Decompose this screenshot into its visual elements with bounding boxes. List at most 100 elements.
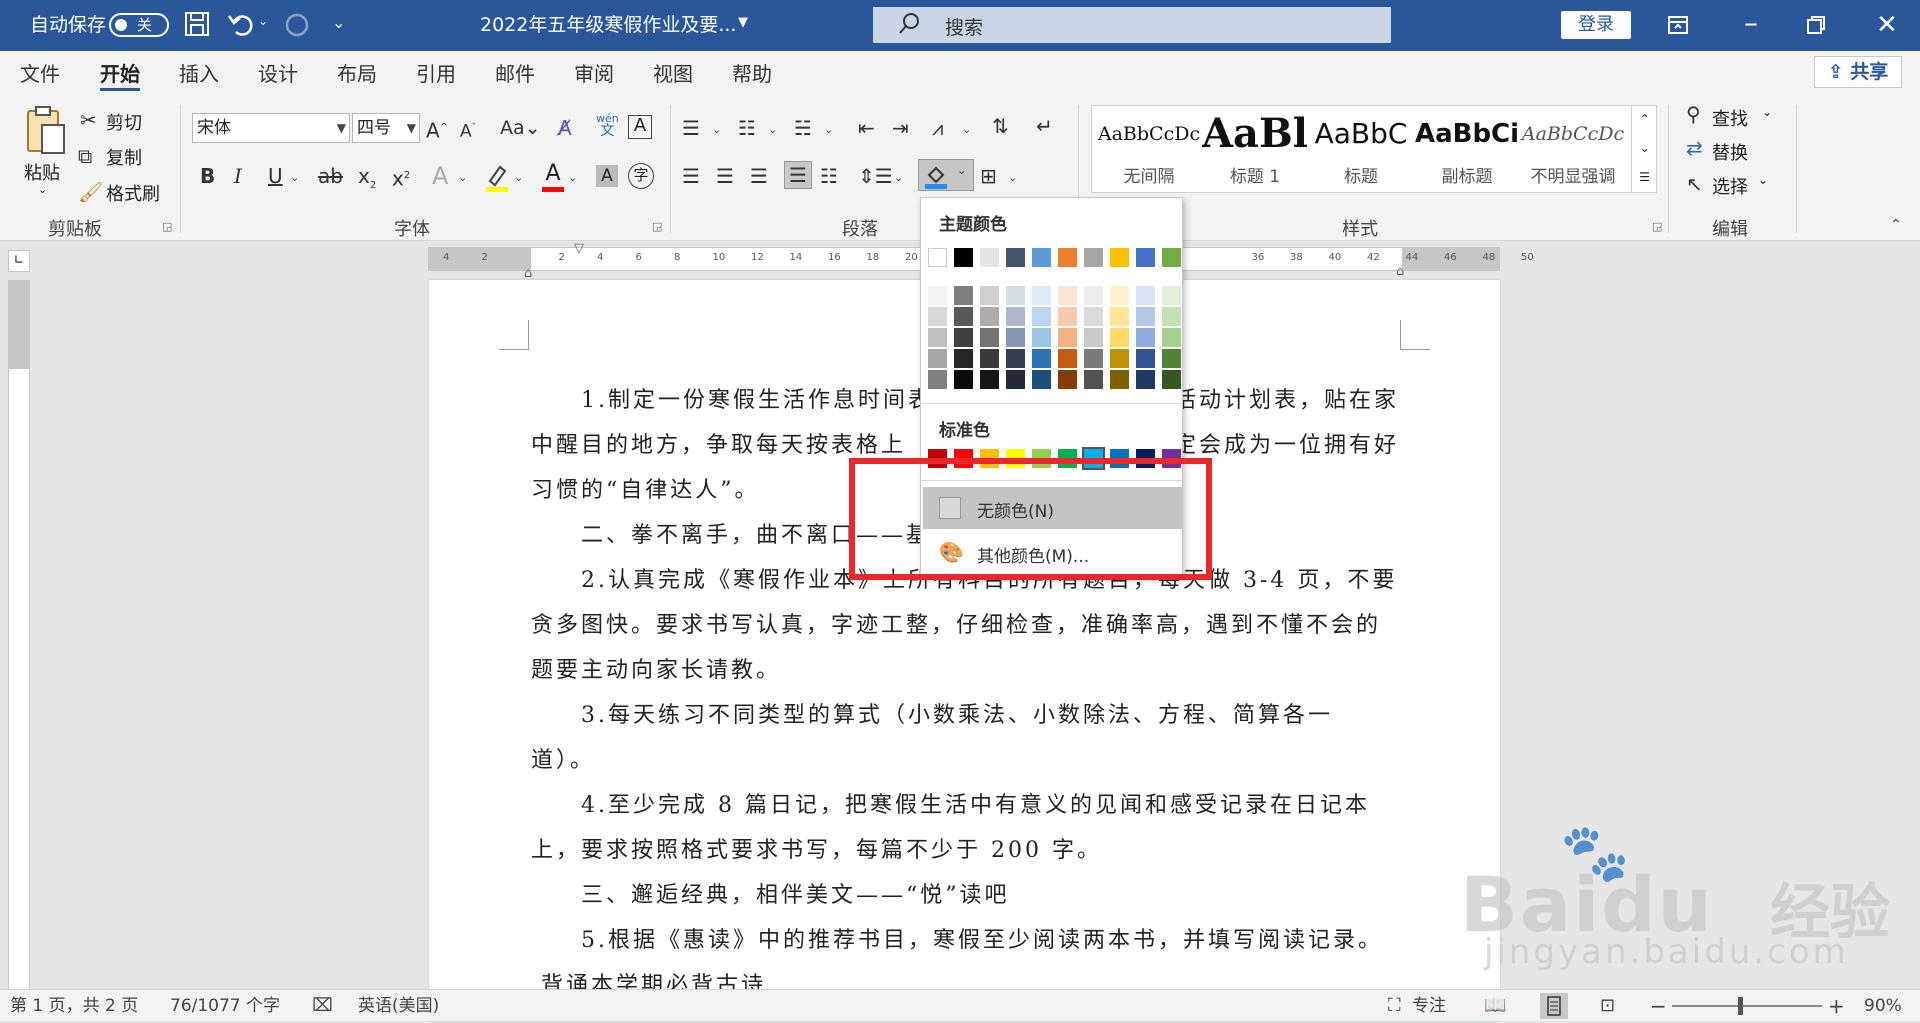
theme-shade-swatch[interactable] — [1162, 307, 1181, 326]
format-painter-icon[interactable]: 🖌 — [78, 179, 103, 205]
tab-view[interactable]: 视图 — [653, 61, 693, 91]
theme-shade-swatch[interactable] — [1032, 307, 1051, 326]
change-case-icon[interactable]: Aa⌄ — [500, 115, 541, 141]
numbering-dropdown-icon[interactable]: ⌄ — [768, 117, 777, 143]
theme-shade-swatch[interactable] — [1058, 328, 1077, 347]
theme-shade-swatch[interactable] — [1110, 370, 1129, 389]
theme-shade-swatch[interactable] — [928, 307, 947, 326]
zoom-slider[interactable] — [1672, 1005, 1822, 1007]
theme-shade-swatch[interactable] — [1058, 370, 1077, 389]
theme-shade-swatch[interactable] — [954, 328, 973, 347]
strikethrough-icon[interactable]: ab — [318, 163, 343, 189]
autosave-toggle[interactable]: 关 — [109, 13, 169, 37]
font-name-combo[interactable]: 宋体 ▼ — [192, 113, 350, 143]
find-icon[interactable]: ⚲ — [1686, 101, 1701, 127]
chinese-layout-icon[interactable]: ⩘ — [932, 115, 943, 141]
theme-shade-swatch[interactable] — [980, 286, 999, 305]
find-button[interactable]: 查找 — [1712, 105, 1748, 131]
theme-shade-swatch[interactable] — [1110, 307, 1129, 326]
print-layout-icon[interactable] — [1540, 993, 1568, 1019]
theme-color-swatch[interactable] — [1032, 248, 1051, 267]
theme-shade-swatch[interactable] — [1058, 307, 1077, 326]
superscript-icon[interactable]: x2 — [392, 163, 410, 192]
line-spacing-icon[interactable]: ⇕☰ — [858, 163, 893, 189]
format-painter-button[interactable]: 格式刷 — [106, 180, 160, 206]
line-spacing-dropdown-icon[interactable]: ⌄ — [894, 165, 903, 191]
select-button[interactable]: 选择 — [1712, 173, 1748, 199]
replace-icon[interactable]: ⇄ — [1686, 135, 1703, 161]
undo-dropdown-icon[interactable]: ⌄ — [258, 14, 268, 28]
font-color-dropdown-icon[interactable]: ⌄ — [568, 165, 577, 191]
style-subtle-emphasis[interactable]: AaBbCcDc 不明显强调 — [1520, 106, 1626, 194]
tab-design[interactable]: 设计 — [258, 61, 298, 91]
multilevel-list-icon[interactable]: ☵ — [794, 115, 812, 141]
shrink-font-icon[interactable]: Aˇ — [460, 115, 476, 145]
theme-shade-swatch[interactable] — [980, 328, 999, 347]
theme-color-swatch[interactable] — [928, 248, 947, 267]
distributed-icon[interactable]: ☷ — [820, 163, 838, 189]
theme-shade-swatch[interactable] — [980, 370, 999, 389]
theme-color-swatch[interactable] — [1006, 248, 1025, 267]
align-left-icon[interactable]: ☰ — [682, 163, 700, 189]
tab-home[interactable]: 开始 — [100, 61, 140, 91]
cut-icon[interactable]: ✂ — [80, 107, 97, 133]
theme-shade-swatch[interactable] — [1006, 349, 1025, 368]
cut-button[interactable]: 剪切 — [106, 109, 142, 135]
theme-shade-swatch[interactable] — [1084, 328, 1103, 347]
bullets-icon[interactable]: ☰ — [682, 115, 700, 141]
customize-qat-icon[interactable]: ⌄ — [332, 13, 345, 32]
zoom-level[interactable]: 90% — [1864, 990, 1902, 1022]
theme-shade-swatch[interactable] — [1110, 349, 1129, 368]
italic-icon[interactable]: I — [234, 163, 242, 189]
align-center-icon[interactable]: ☰ — [716, 163, 734, 189]
theme-color-swatch[interactable] — [1136, 248, 1155, 267]
tab-insert[interactable]: 插入 — [179, 61, 219, 91]
bullets-dropdown-icon[interactable]: ⌄ — [712, 117, 721, 143]
first-line-indent-marker-icon[interactable]: ▽ — [574, 241, 584, 256]
font-launcher-icon[interactable]: ◲ — [652, 220, 662, 233]
theme-shade-swatch[interactable] — [954, 349, 973, 368]
gallery-more-icon[interactable]: ☰ — [1631, 163, 1657, 192]
highlight-icon[interactable] — [484, 163, 510, 193]
zoom-out-button[interactable]: − — [1650, 990, 1667, 1022]
search-input[interactable]: 搜索 — [873, 7, 1391, 43]
theme-shade-swatch[interactable] — [1136, 328, 1155, 347]
theme-color-swatch[interactable] — [1058, 248, 1077, 267]
copy-button[interactable]: 复制 — [106, 144, 142, 170]
theme-shade-swatch[interactable] — [1136, 349, 1155, 368]
underline-dropdown-icon[interactable]: ⌄ — [290, 165, 299, 191]
styles-launcher-icon[interactable]: ◲ — [1652, 220, 1662, 233]
vertical-ruler[interactable] — [8, 280, 30, 990]
clear-formatting-icon[interactable]: A̸ — [558, 115, 572, 141]
theme-color-swatch[interactable] — [980, 248, 999, 267]
ribbon-display-icon[interactable] — [1666, 13, 1690, 37]
theme-shade-swatch[interactable] — [1084, 370, 1103, 389]
sort-icon[interactable]: ⇅ — [992, 113, 1009, 139]
style-title[interactable]: AaBbC 标题 — [1308, 106, 1414, 194]
tab-review[interactable]: 审阅 — [574, 61, 614, 91]
zoom-slider-thumb[interactable] — [1738, 997, 1743, 1015]
underline-icon[interactable]: U — [268, 163, 283, 189]
minimize-icon[interactable]: – — [1744, 9, 1768, 37]
tab-mailings[interactable]: 邮件 — [495, 61, 535, 91]
theme-shade-swatch[interactable] — [928, 286, 947, 305]
theme-shade-swatch[interactable] — [928, 349, 947, 368]
tab-layout[interactable]: 布局 — [337, 61, 377, 91]
phonetic-guide-icon[interactable]: wén 文 — [596, 113, 619, 139]
theme-shade-swatch[interactable] — [1058, 286, 1077, 305]
theme-shade-swatch[interactable] — [928, 370, 947, 389]
tab-references[interactable]: 引用 — [416, 61, 456, 91]
theme-color-swatch[interactable] — [1084, 248, 1103, 267]
chinese-layout-dropdown-icon[interactable]: ⌄ — [962, 117, 971, 143]
login-button[interactable]: 登录 — [1561, 11, 1631, 39]
focus-icon[interactable]: ⛶ — [1388, 990, 1401, 1022]
tab-selector-icon[interactable]: ∟ — [8, 250, 30, 272]
theme-shade-swatch[interactable] — [980, 349, 999, 368]
character-shading-icon[interactable]: A — [596, 165, 618, 187]
paste-dropdown-icon[interactable]: ⌄ — [38, 183, 47, 196]
read-mode-icon[interactable]: 📖 — [1484, 990, 1506, 1022]
theme-shade-swatch[interactable] — [1110, 286, 1129, 305]
undo-icon[interactable] — [226, 10, 256, 38]
theme-color-swatch[interactable] — [1162, 248, 1181, 267]
grow-font-icon[interactable]: A^ — [426, 115, 448, 144]
